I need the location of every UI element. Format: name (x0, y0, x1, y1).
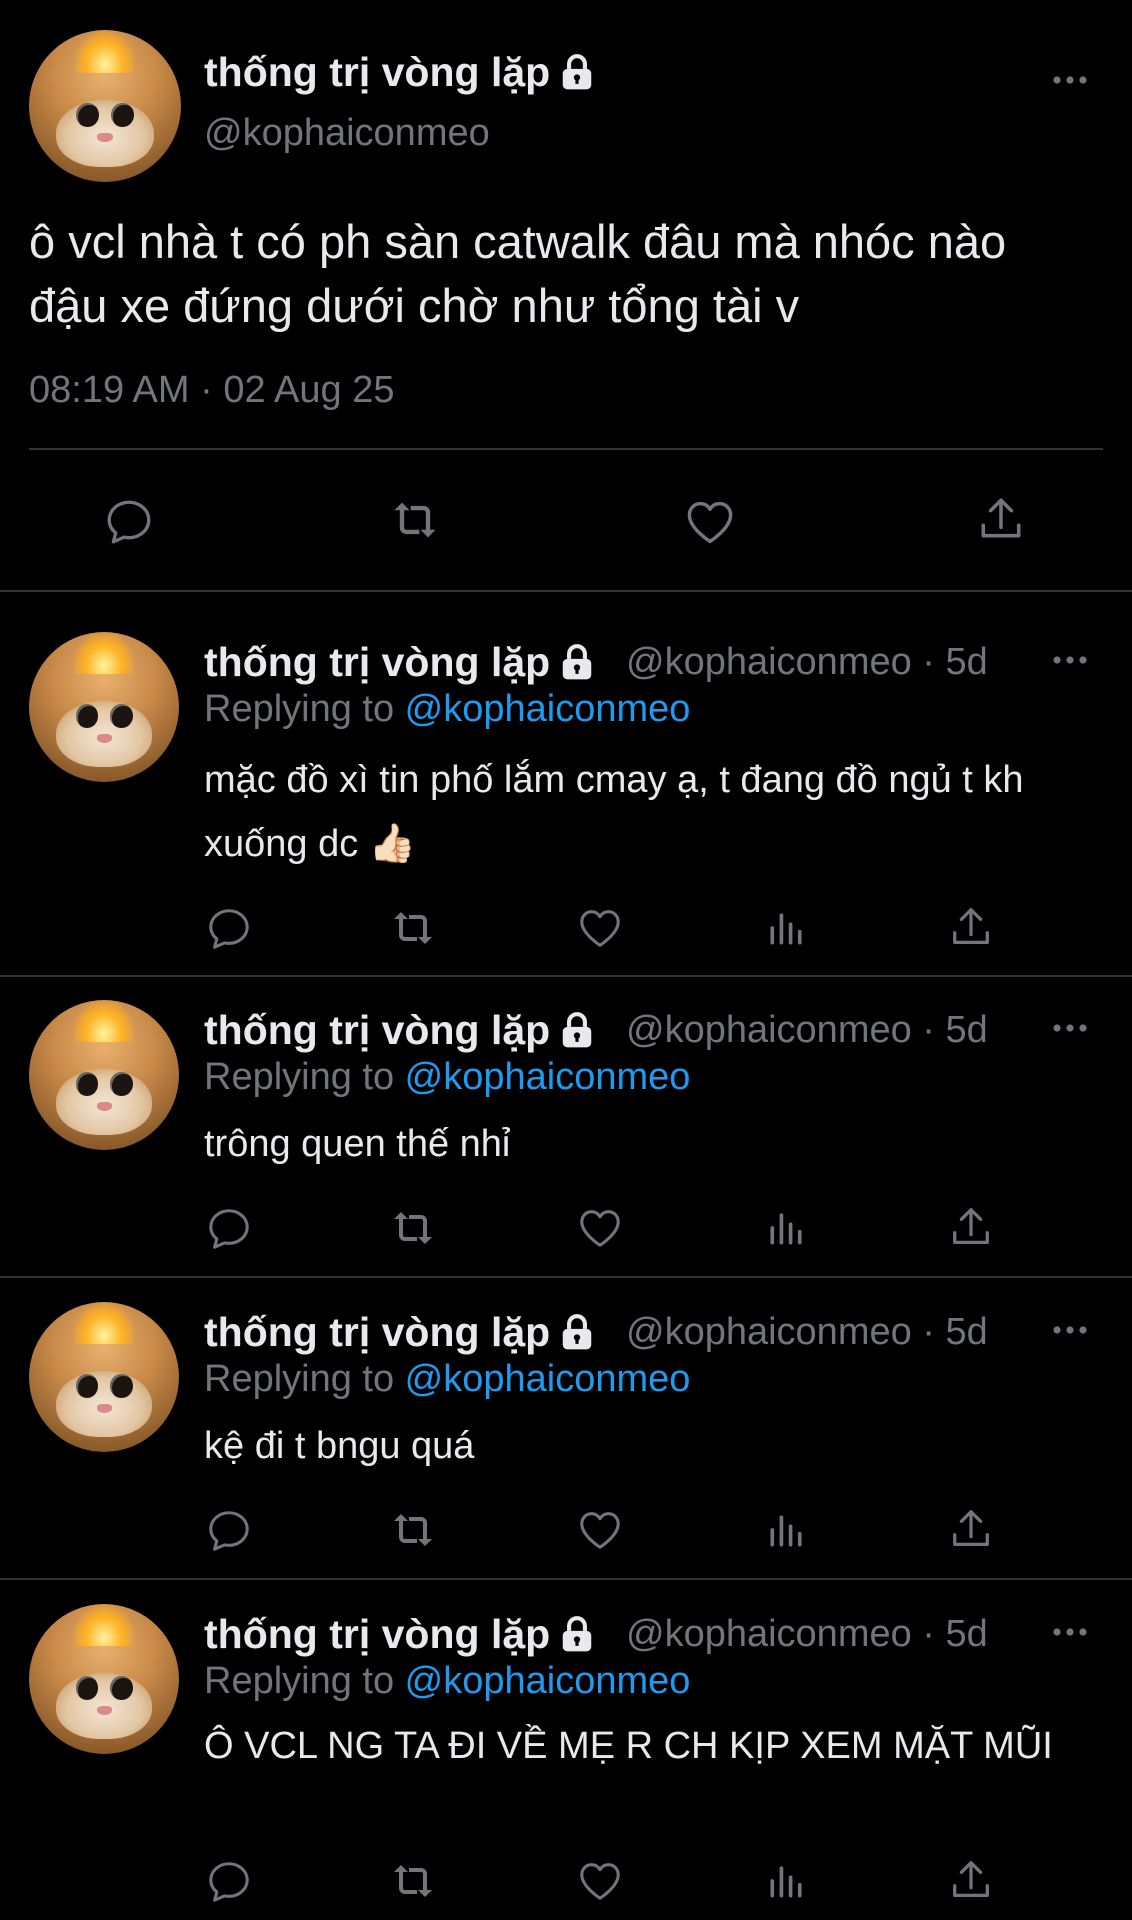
avatar[interactable] (29, 1000, 179, 1150)
share-icon[interactable] (948, 1204, 994, 1250)
more-options-icon[interactable] (1052, 1023, 1088, 1033)
more-options-icon[interactable] (1052, 75, 1088, 85)
tweet-text: mặc đồ xì tin phố lắm cmay ạ, t đang đồ … (204, 759, 1024, 865)
display-name-text: thống trị vòng lặp (204, 1308, 551, 1355)
avatar[interactable] (29, 1604, 179, 1754)
retweet-icon[interactable] (389, 1204, 437, 1252)
divider (29, 448, 1103, 450)
divider (0, 1578, 1132, 1580)
avatar[interactable] (29, 30, 181, 182)
tweet-text: Ô VCL NG TA ĐI VỀ MẸ R CH KỊP XEM MẶT MŨ… (204, 1725, 1053, 1767)
handle-and-time[interactable]: @kophaiconmeo · 5d (626, 1009, 988, 1052)
display-name[interactable]: thống trị vòng lặp (204, 1610, 596, 1658)
reply-icon[interactable] (206, 1858, 252, 1904)
display-name-text: thống trị vòng lặp (204, 1006, 551, 1053)
retweet-icon[interactable] (389, 904, 437, 952)
display-name[interactable]: thống trị vòng lặp (204, 638, 596, 686)
lock-icon (558, 643, 596, 681)
tweet-text: kệ đi t bngu quá (204, 1425, 475, 1467)
tweet-text: trông quen thế nhỉ (204, 1123, 511, 1165)
reply-icon[interactable] (206, 1205, 252, 1251)
like-icon[interactable] (577, 1205, 623, 1251)
reply-icon[interactable] (206, 1507, 252, 1553)
replying-to-prefix: Replying to (204, 1056, 405, 1098)
display-name[interactable]: thống trị vòng lặp (204, 1006, 596, 1054)
replying-to-prefix: Replying to (204, 1358, 405, 1400)
share-icon[interactable] (948, 1857, 994, 1903)
replying-to-prefix: Replying to (204, 688, 405, 730)
display-name[interactable]: thống trị vòng lặp (204, 1308, 596, 1356)
tweet-timestamp: 08:19 AM · 02 Aug 25 (29, 369, 395, 411)
replying-to: Replying to @kophaiconmeo (204, 688, 690, 731)
share-icon[interactable] (948, 1506, 994, 1552)
more-options-icon[interactable] (1052, 655, 1088, 665)
replying-to: Replying to @kophaiconmeo (204, 1660, 690, 1703)
display-name-text: thống trị vòng lặp (204, 48, 551, 95)
divider (0, 1276, 1132, 1278)
like-icon[interactable] (577, 1858, 623, 1904)
divider (0, 590, 1132, 592)
lock-icon (558, 53, 596, 91)
handle-and-time[interactable]: @kophaiconmeo · 5d (626, 1613, 988, 1656)
reply-icon[interactable] (104, 496, 154, 546)
replying-to-prefix: Replying to (204, 1660, 405, 1702)
avatar[interactable] (29, 632, 179, 782)
reply-icon[interactable] (206, 905, 252, 951)
replying-to: Replying to @kophaiconmeo (204, 1056, 690, 1099)
lock-icon (558, 1615, 596, 1653)
divider (0, 975, 1132, 977)
handle-and-time[interactable]: @kophaiconmeo · 5d (626, 641, 988, 684)
lock-icon (558, 1011, 596, 1049)
more-options-icon[interactable] (1052, 1325, 1088, 1335)
like-icon[interactable] (684, 496, 736, 548)
retweet-icon[interactable] (389, 1857, 437, 1905)
views-icon[interactable] (764, 1206, 808, 1250)
handle[interactable]: @kophaiconmeo (204, 112, 490, 155)
display-name-text: thống trị vòng lặp (204, 1610, 551, 1657)
tweet-text: ô vcl nhà t có ph sàn catwalk đâu mà nhó… (29, 215, 1007, 332)
display-name-text: thống trị vòng lặp (204, 638, 551, 685)
replying-to-handle-link[interactable]: @kophaiconmeo (405, 1056, 691, 1098)
handle-and-time[interactable]: @kophaiconmeo · 5d (626, 1311, 988, 1354)
replying-to-handle-link[interactable]: @kophaiconmeo (405, 1660, 691, 1702)
more-options-icon[interactable] (1052, 1627, 1088, 1637)
retweet-icon[interactable] (389, 494, 441, 546)
views-icon[interactable] (764, 1508, 808, 1552)
like-icon[interactable] (577, 1507, 623, 1553)
display-name[interactable]: thống trị vòng lặp (204, 48, 596, 96)
lock-icon (558, 1313, 596, 1351)
retweet-icon[interactable] (389, 1506, 437, 1554)
avatar[interactable] (29, 1302, 179, 1452)
replying-to: Replying to @kophaiconmeo (204, 1358, 690, 1401)
replying-to-handle-link[interactable]: @kophaiconmeo (405, 1358, 691, 1400)
views-icon[interactable] (764, 906, 808, 950)
like-icon[interactable] (577, 905, 623, 951)
share-icon[interactable] (976, 494, 1026, 544)
views-icon[interactable] (764, 1859, 808, 1903)
share-icon[interactable] (948, 904, 994, 950)
replying-to-handle-link[interactable]: @kophaiconmeo (405, 688, 691, 730)
